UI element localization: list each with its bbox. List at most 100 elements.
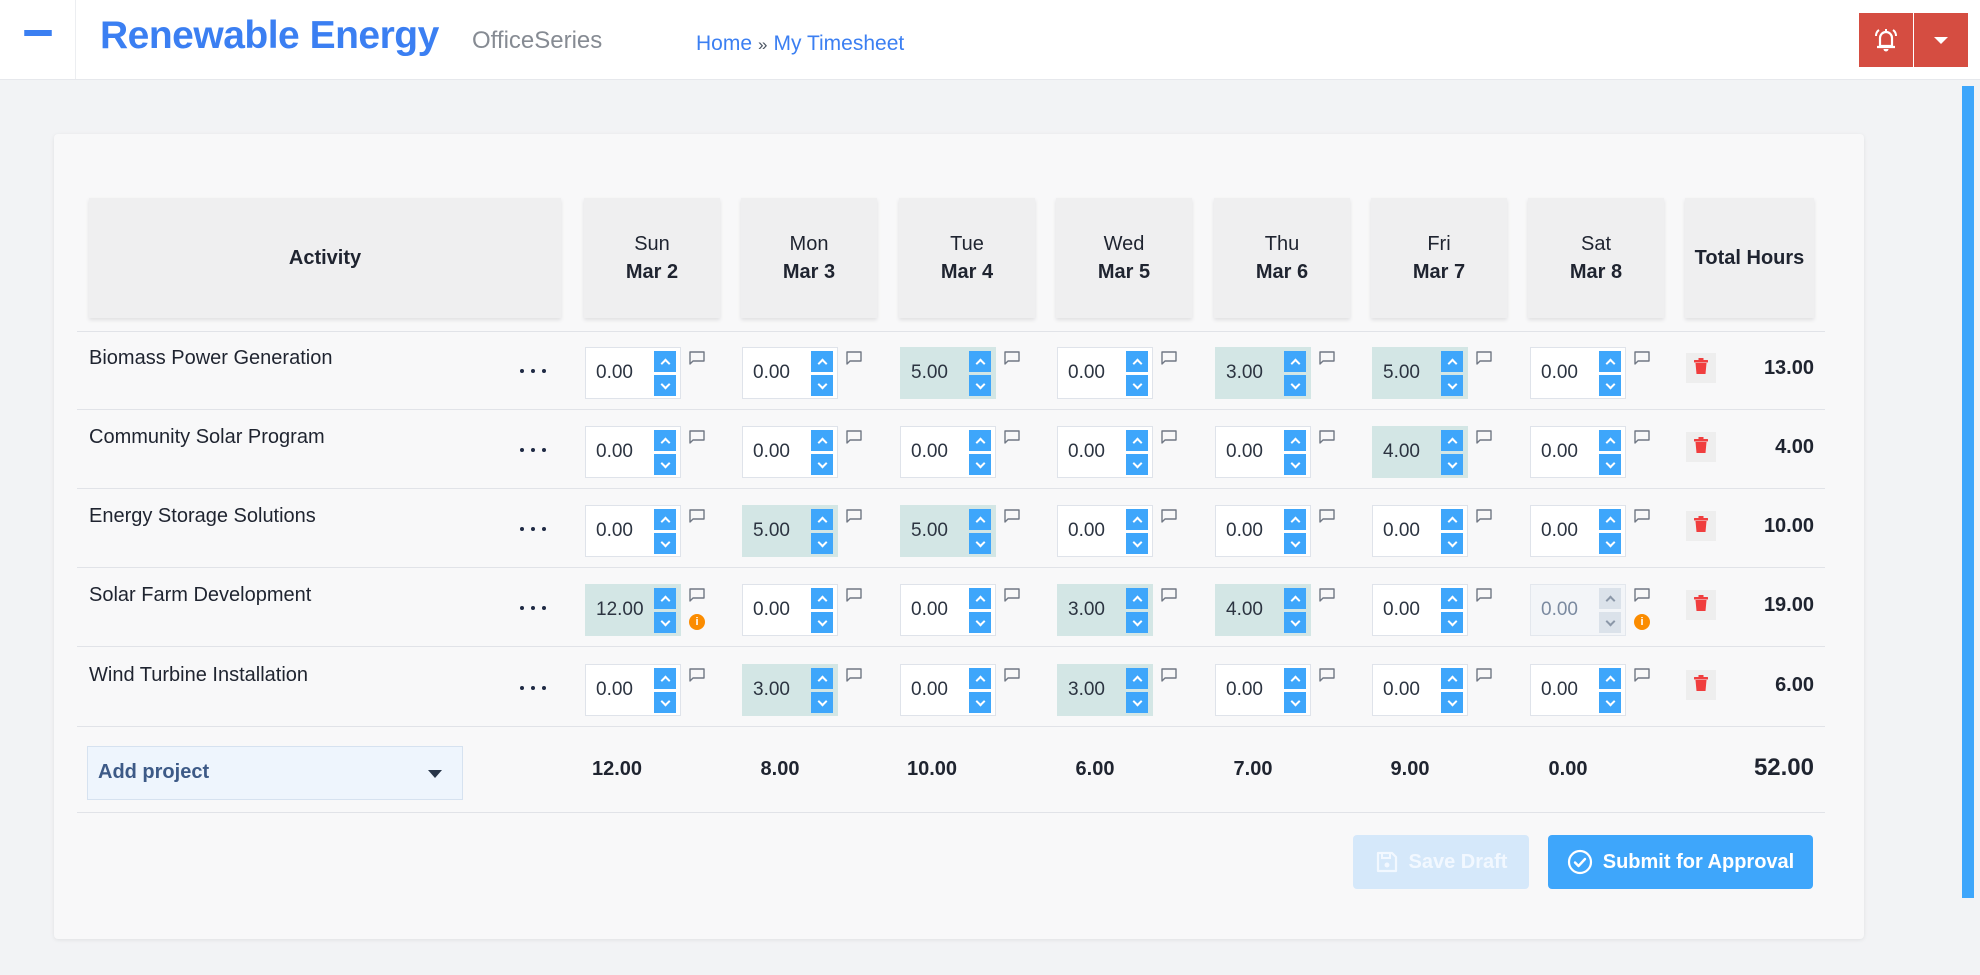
increment-button[interactable]	[654, 668, 676, 689]
comment-icon[interactable]	[1319, 509, 1335, 523]
info-icon[interactable]: i	[1634, 614, 1650, 630]
breadcrumb-home[interactable]: Home	[696, 32, 752, 56]
increment-button[interactable]	[969, 351, 991, 372]
decrement-button[interactable]	[1126, 454, 1148, 475]
decrement-button[interactable]	[654, 375, 676, 396]
increment-button[interactable]	[1126, 588, 1148, 609]
hours-input[interactable]	[1226, 439, 1286, 465]
comment-icon[interactable]	[1161, 668, 1177, 682]
comment-icon[interactable]	[689, 588, 705, 602]
decrement-button[interactable]	[1599, 612, 1621, 633]
decrement-button[interactable]	[1441, 454, 1463, 475]
increment-button[interactable]	[1284, 588, 1306, 609]
decrement-button[interactable]	[1599, 454, 1621, 475]
delete-row-button[interactable]	[1686, 511, 1716, 541]
decrement-button[interactable]	[1284, 692, 1306, 713]
hours-input[interactable]	[1068, 597, 1128, 623]
increment-button[interactable]	[811, 509, 833, 530]
hours-input[interactable]	[1541, 360, 1601, 386]
hours-input[interactable]	[1383, 360, 1443, 386]
comment-icon[interactable]	[1004, 588, 1020, 602]
decrement-button[interactable]	[811, 533, 833, 554]
hours-input[interactable]	[1541, 677, 1601, 703]
delete-row-button[interactable]	[1686, 590, 1716, 620]
decrement-button[interactable]	[1441, 612, 1463, 633]
comment-icon[interactable]	[689, 509, 705, 523]
increment-button[interactable]	[1441, 509, 1463, 530]
hours-input[interactable]	[596, 518, 656, 544]
comment-icon[interactable]	[846, 430, 862, 444]
comment-icon[interactable]	[1004, 509, 1020, 523]
decrement-button[interactable]	[969, 375, 991, 396]
decrement-button[interactable]	[1599, 533, 1621, 554]
decrement-button[interactable]	[654, 454, 676, 475]
increment-button[interactable]	[1126, 430, 1148, 451]
info-icon[interactable]: i	[689, 614, 705, 630]
increment-button[interactable]	[811, 588, 833, 609]
hours-input[interactable]	[911, 677, 971, 703]
hours-input[interactable]	[1068, 439, 1128, 465]
hours-input[interactable]	[911, 439, 971, 465]
increment-button[interactable]	[654, 588, 676, 609]
hours-input[interactable]	[1226, 677, 1286, 703]
decrement-button[interactable]	[1126, 612, 1148, 633]
hours-input[interactable]	[1541, 439, 1601, 465]
comment-icon[interactable]	[1476, 668, 1492, 682]
comment-icon[interactable]	[846, 668, 862, 682]
increment-button[interactable]	[1126, 509, 1148, 530]
increment-button[interactable]	[969, 588, 991, 609]
menu-button[interactable]	[0, 0, 76, 79]
ellipsis-icon[interactable]	[520, 598, 546, 618]
comment-icon[interactable]	[1476, 351, 1492, 365]
hours-input[interactable]	[596, 360, 656, 386]
hours-input[interactable]	[911, 597, 971, 623]
decrement-button[interactable]	[1126, 533, 1148, 554]
increment-button[interactable]	[969, 668, 991, 689]
decrement-button[interactable]	[1599, 692, 1621, 713]
hours-input[interactable]	[911, 360, 971, 386]
hours-input[interactable]	[1383, 597, 1443, 623]
decrement-button[interactable]	[969, 533, 991, 554]
hours-input[interactable]	[1068, 677, 1128, 703]
comment-icon[interactable]	[1004, 430, 1020, 444]
increment-button[interactable]	[1441, 351, 1463, 372]
alert-menu-toggle[interactable]	[1914, 13, 1968, 67]
decrement-button[interactable]	[969, 612, 991, 633]
increment-button[interactable]	[654, 351, 676, 372]
hours-input[interactable]	[753, 439, 813, 465]
submit-for-approval-button[interactable]: Submit for Approval	[1548, 835, 1813, 889]
increment-button[interactable]	[654, 430, 676, 451]
comment-icon[interactable]	[1476, 430, 1492, 444]
increment-button[interactable]	[811, 430, 833, 451]
comment-icon[interactable]	[1476, 509, 1492, 523]
hours-input[interactable]	[1068, 360, 1128, 386]
comment-icon[interactable]	[1319, 588, 1335, 602]
decrement-button[interactable]	[811, 612, 833, 633]
comment-icon[interactable]	[1319, 351, 1335, 365]
comment-icon[interactable]	[1319, 430, 1335, 444]
increment-button[interactable]	[811, 351, 833, 372]
delete-row-button[interactable]	[1686, 353, 1716, 383]
ellipsis-icon[interactable]	[520, 361, 546, 381]
hours-input[interactable]	[1383, 677, 1443, 703]
increment-button[interactable]	[811, 668, 833, 689]
decrement-button[interactable]	[654, 612, 676, 633]
comment-icon[interactable]	[1004, 351, 1020, 365]
add-project-dropdown[interactable]: Add project	[87, 746, 463, 800]
hours-input[interactable]	[1226, 360, 1286, 386]
decrement-button[interactable]	[1284, 533, 1306, 554]
decrement-button[interactable]	[969, 454, 991, 475]
comment-icon[interactable]	[846, 509, 862, 523]
increment-button[interactable]	[654, 509, 676, 530]
decrement-button[interactable]	[654, 533, 676, 554]
decrement-button[interactable]	[811, 454, 833, 475]
comment-icon[interactable]	[1161, 430, 1177, 444]
increment-button[interactable]	[1599, 588, 1621, 609]
decrement-button[interactable]	[1126, 692, 1148, 713]
comment-icon[interactable]	[689, 351, 705, 365]
hours-input[interactable]	[596, 439, 656, 465]
decrement-button[interactable]	[654, 692, 676, 713]
comment-icon[interactable]	[1634, 588, 1650, 602]
increment-button[interactable]	[1284, 430, 1306, 451]
decrement-button[interactable]	[1441, 692, 1463, 713]
